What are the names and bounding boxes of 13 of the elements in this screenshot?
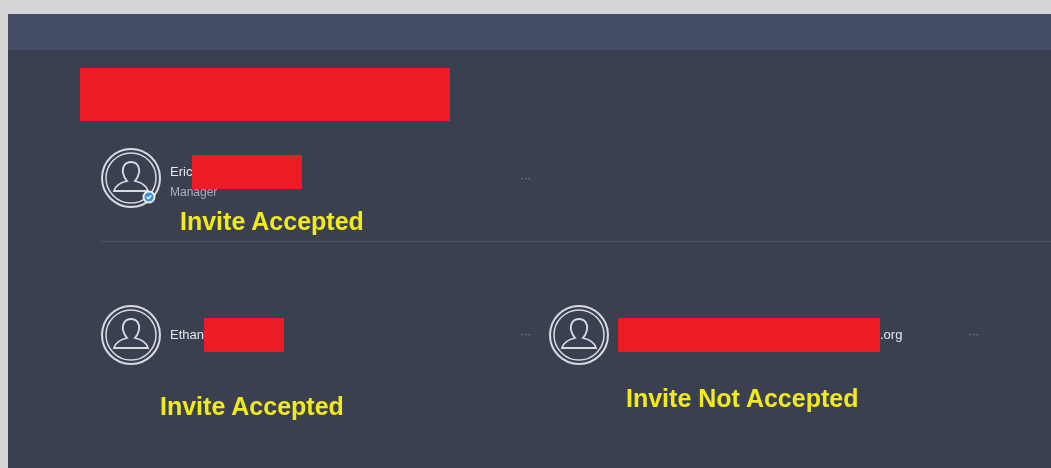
annotation-label: Invite Accepted <box>180 206 365 237</box>
email-text: .org <box>880 325 903 344</box>
avatar-icon <box>548 303 610 366</box>
member-name: Ethan <box>170 325 204 344</box>
member-name: Eric <box>170 163 193 182</box>
annotation-label: Invite Not Accepted <box>626 382 860 414</box>
more-button[interactable]: ··· <box>518 326 533 343</box>
avatar-icon <box>100 303 162 366</box>
more-button[interactable]: ··· <box>518 169 533 187</box>
annotation-label: Invite Accepted <box>160 390 345 422</box>
avatar-icon <box>100 147 162 209</box>
more-button[interactable]: ··· <box>966 326 981 343</box>
member-role: Manager <box>170 184 219 201</box>
